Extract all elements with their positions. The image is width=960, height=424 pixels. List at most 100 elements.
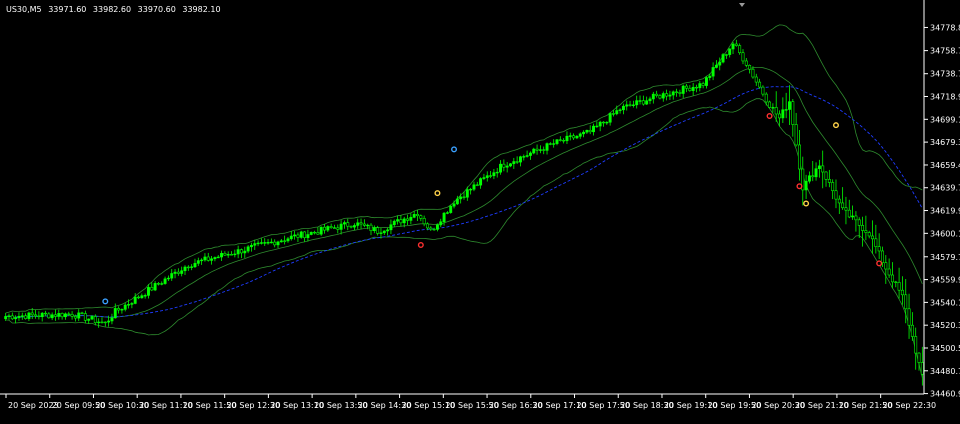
candle-body [814,168,818,178]
candle-body [303,231,307,239]
candle-body [841,202,845,209]
candle-body [671,91,675,96]
candle-body [811,175,815,178]
candle [386,227,390,236]
candle [877,233,881,260]
y-tick-label: 34460.95 [930,390,960,399]
price-chart[interactable]: 34778.85 34758.75 34738.70 34718.90 34699.10… [0,0,960,420]
candle [369,223,373,236]
candle [449,204,453,214]
candle [518,155,522,167]
ma-line [5,86,923,318]
candle [180,266,184,277]
candle [303,231,307,242]
candle [44,310,47,316]
candle [831,179,835,200]
candle [920,346,924,386]
candle [379,227,383,239]
candle [495,168,499,178]
candle-body [704,77,708,86]
candle [532,147,536,155]
candle-body [661,93,665,99]
candle-body [655,93,659,96]
candle [479,177,483,189]
candle-body [30,312,34,316]
candle-body [147,287,150,296]
candle [133,293,137,305]
candle [851,205,855,220]
candle [309,231,313,236]
candle-body [778,113,781,119]
candle-body [34,314,38,317]
candle [734,39,738,47]
y-tick-label: 34738.70 [930,70,960,79]
candle [323,223,326,234]
candle [399,215,403,227]
candle-body [871,235,874,240]
candle-body [588,129,592,133]
bollinger-bands [5,24,923,378]
candle-body [54,314,57,317]
candle-body [851,215,855,218]
candle-body [890,274,894,283]
candle [522,154,526,161]
candle [100,317,104,324]
candle [910,312,914,341]
candle [671,90,675,100]
candle-body [499,163,502,173]
candle-body [40,312,44,318]
candle-body [807,175,811,182]
candle-body [163,278,167,284]
candle-body [309,231,313,235]
candle [186,265,190,271]
candle-body [87,318,91,321]
candle [77,309,81,322]
candle-body [120,309,124,311]
candle [17,312,21,321]
candle [592,123,595,136]
candle-body [907,308,911,326]
candle-body [708,75,712,78]
candle [346,218,350,231]
candle-body [562,139,566,142]
candle [665,89,669,101]
candle [429,226,433,231]
candle [711,62,715,81]
candle-body [127,304,131,306]
candle [439,218,443,228]
candle-body [113,308,117,319]
candle-body [555,139,559,144]
candle-body [283,240,287,242]
y-tick-label: 34619.90 [930,207,960,216]
candle [791,99,795,137]
y-tick-label: 34480.75 [930,367,960,376]
candle-body [734,43,738,46]
candle-body [641,100,645,105]
candle [289,230,293,241]
candle-body [319,226,323,235]
candle-body [824,171,828,180]
chart-canvas[interactable]: 34778.85 34758.75 34738.70 34718.90 34699.10… [0,0,960,420]
candle-body [206,256,210,261]
candle [193,258,197,268]
candle [243,246,247,258]
candle-body [117,308,121,311]
candle-body [63,313,67,318]
candle-body [279,240,283,243]
candle [70,311,74,320]
candle-body [97,321,101,324]
candle [588,125,592,135]
candle [176,268,180,276]
candle [143,293,147,299]
candle-body [462,196,466,198]
candle-body [170,273,174,279]
candle-body [489,175,493,177]
candle [558,136,562,142]
candle [774,91,778,122]
candle-body [668,94,672,97]
candle-body [110,317,114,322]
candle [691,82,695,96]
candle-body [220,253,224,258]
candle-body [57,313,61,317]
candle-body [27,312,31,319]
